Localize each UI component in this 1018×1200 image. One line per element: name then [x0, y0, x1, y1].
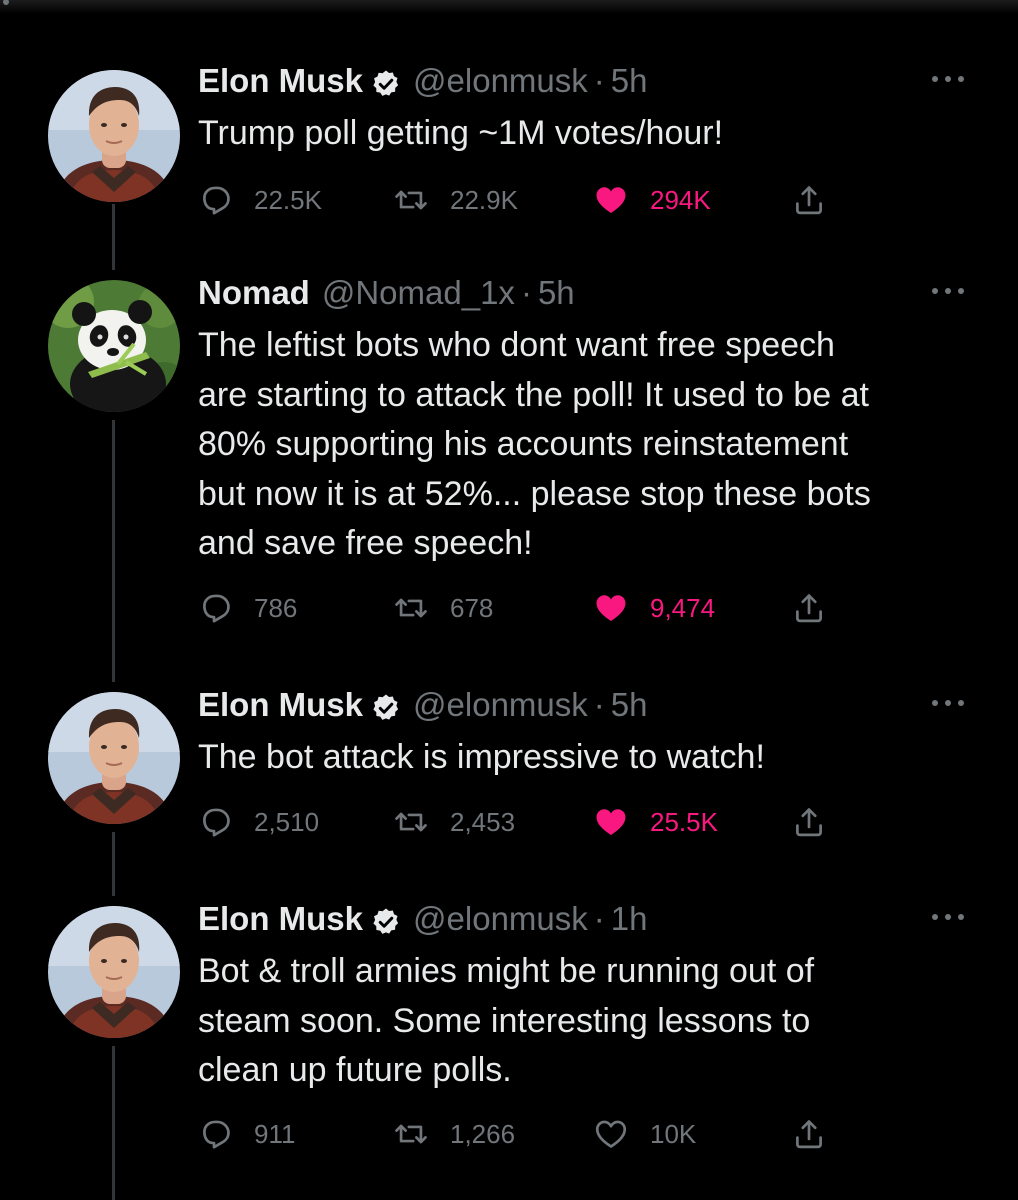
avatar[interactable] — [48, 70, 180, 202]
timestamp[interactable]: 5h — [611, 62, 648, 100]
verified-badge-icon — [371, 69, 401, 99]
retweet-icon — [394, 805, 428, 839]
user-handle[interactable]: @Nomad_1x — [322, 274, 515, 312]
tweet-text: Bot & troll armies might be running out … — [198, 952, 815, 1089]
retweet-button[interactable]: 1,266 — [394, 1114, 515, 1154]
reply-icon — [198, 591, 232, 625]
tweet-thread: Elon Musk @elonmusk · 5h Trump poll gett… — [0, 0, 1018, 1200]
avatar-image — [48, 280, 180, 412]
like-button[interactable]: 25.5K — [594, 802, 718, 842]
more-icon[interactable] — [930, 696, 966, 710]
share-icon — [792, 183, 826, 217]
share-button[interactable] — [792, 588, 826, 628]
thread-line — [112, 1046, 115, 1200]
share-icon — [792, 1117, 826, 1151]
share-icon — [792, 591, 826, 625]
like-button[interactable]: 9,474 — [594, 588, 715, 628]
like-button[interactable]: 294K — [594, 180, 711, 220]
heart-icon — [594, 591, 628, 625]
thread-line — [112, 204, 115, 270]
tweet-text: The bot attack is impressive to watch! — [198, 738, 765, 776]
retweet-icon — [394, 1117, 428, 1151]
tweet-actions: 22.5K 22.9K 294K — [198, 180, 858, 220]
more-icon[interactable] — [930, 284, 966, 298]
tweet-actions: 911 1,266 10K — [198, 1114, 858, 1154]
more-icon[interactable] — [930, 910, 966, 924]
avatar-image — [48, 906, 180, 1038]
tweet-actions: 786 678 9,474 — [198, 588, 858, 628]
reply-icon — [198, 1117, 232, 1151]
retweet-button[interactable]: 678 — [394, 588, 493, 628]
avatar[interactable] — [48, 280, 180, 412]
timestamp[interactable]: 1h — [611, 900, 648, 938]
reply-count: 2,510 — [254, 806, 320, 837]
reply-count: 786 — [254, 592, 298, 623]
retweet-button[interactable]: 2,453 — [394, 802, 515, 842]
user-handle[interactable]: @elonmusk — [413, 62, 588, 100]
tweet-header: Elon Musk @elonmusk · 5h — [198, 62, 966, 106]
tweet-content: Elon Musk @elonmusk · 1h Bot & troll arm… — [198, 900, 966, 1096]
verified-badge-icon — [371, 907, 401, 937]
display-name[interactable]: Elon Musk — [198, 62, 363, 100]
avatar-image — [48, 70, 180, 202]
like-count: 25.5K — [650, 806, 718, 837]
share-button[interactable] — [792, 802, 826, 842]
tweet-header: Elon Musk @elonmusk · 1h — [198, 900, 966, 944]
retweet-count: 2,453 — [450, 806, 516, 837]
avatar[interactable] — [48, 906, 180, 1038]
tweet-text: Trump poll getting ~1M votes/hour! — [198, 114, 724, 152]
reply-button[interactable]: 786 — [198, 588, 297, 628]
timestamp[interactable]: 5h — [611, 686, 648, 724]
tweet-actions: 2,510 2,453 25.5K — [198, 802, 858, 842]
like-count: 9,474 — [650, 592, 716, 623]
heart-icon — [594, 183, 628, 217]
tweet-content: Elon Musk @elonmusk · 5h The bot attack … — [198, 686, 966, 783]
retweet-count: 22.9K — [450, 184, 518, 215]
user-handle[interactable]: @elonmusk — [413, 900, 588, 938]
reply-icon — [198, 183, 232, 217]
display-name[interactable]: Elon Musk — [198, 686, 363, 724]
timestamp[interactable]: 5h — [538, 274, 575, 312]
heart-icon — [594, 1117, 628, 1151]
tweet-content: Elon Musk @elonmusk · 5h Trump poll gett… — [198, 62, 966, 159]
reply-icon — [198, 805, 232, 839]
avatar-image — [48, 692, 180, 824]
retweet-icon — [394, 591, 428, 625]
display-name[interactable]: Nomad — [198, 274, 310, 312]
thread-line — [112, 832, 115, 896]
share-button[interactable] — [792, 180, 826, 220]
reply-button[interactable]: 22.5K — [198, 180, 322, 220]
share-button[interactable] — [792, 1114, 826, 1154]
tweet-header: Nomad @Nomad_1x · 5h — [198, 274, 966, 318]
avatar[interactable] — [48, 692, 180, 824]
share-icon — [792, 805, 826, 839]
reply-button[interactable]: 2,510 — [198, 802, 319, 842]
separator: · — [593, 900, 605, 937]
tweet-text: The leftist bots who dont want free spee… — [198, 326, 871, 562]
separator: · — [520, 274, 532, 311]
reply-count: 911 — [254, 1118, 296, 1149]
retweet-count: 678 — [450, 592, 494, 623]
like-count: 294K — [650, 184, 711, 215]
top-edge — [0, 0, 1018, 14]
retweet-count: 1,266 — [450, 1118, 516, 1149]
reply-button[interactable]: 911 — [198, 1114, 295, 1154]
like-count: 10K — [650, 1118, 697, 1149]
more-icon[interactable] — [930, 72, 966, 86]
retweet-button[interactable]: 22.9K — [394, 180, 518, 220]
verified-badge-icon — [371, 693, 401, 723]
like-button[interactable]: 10K — [594, 1114, 696, 1154]
retweet-icon — [394, 183, 428, 217]
thread-line — [112, 420, 115, 682]
tweet-header: Elon Musk @elonmusk · 5h — [198, 686, 966, 730]
heart-icon — [594, 805, 628, 839]
reply-count: 22.5K — [254, 184, 322, 215]
tweet-content: Nomad @Nomad_1x · 5h The leftist bots wh… — [198, 274, 966, 569]
separator: · — [593, 686, 605, 723]
user-handle[interactable]: @elonmusk — [413, 686, 588, 724]
display-name[interactable]: Elon Musk — [198, 900, 363, 938]
separator: · — [593, 62, 605, 99]
partial-more-icon — [3, 0, 9, 5]
